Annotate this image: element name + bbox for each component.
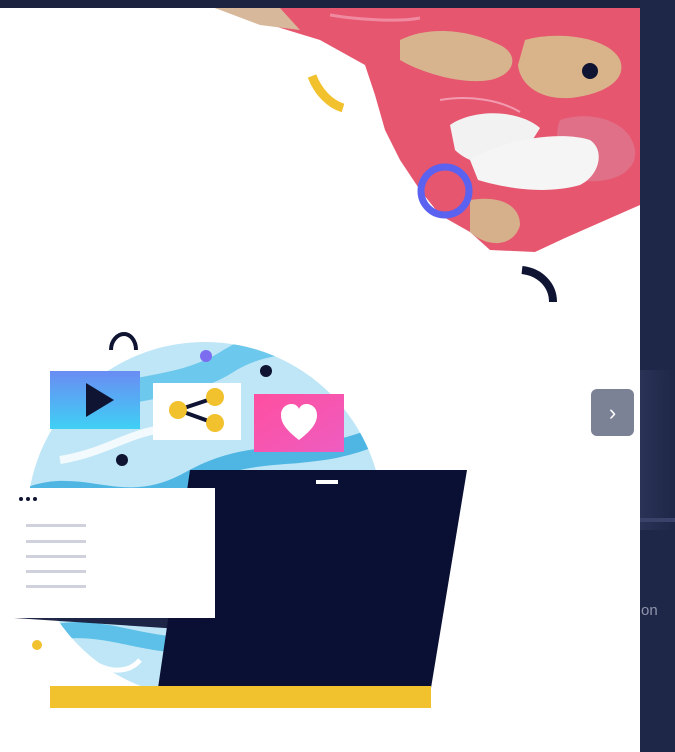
document-window-card xyxy=(0,488,215,630)
yellow-dot-shape xyxy=(32,640,42,650)
heart-card-icon xyxy=(254,394,344,452)
share-icon xyxy=(169,401,187,419)
purple-dot-shape xyxy=(200,350,212,362)
video-card-icon xyxy=(50,371,140,429)
next-slide-text-fragment: on xyxy=(641,602,658,619)
laptop-base-shape xyxy=(50,686,431,708)
next-slide-divider xyxy=(640,518,675,522)
share-card-icon xyxy=(153,383,241,440)
hero-illustration xyxy=(0,8,640,708)
navy-dot-shape-2 xyxy=(116,454,128,466)
navy-arc-shape xyxy=(521,266,557,303)
navy-dot-shape xyxy=(260,365,272,377)
carousel-next-button[interactable]: › xyxy=(591,389,634,436)
next-slide-shadow xyxy=(640,370,675,530)
yellow-arc-shape xyxy=(307,74,345,113)
tissue-specimen-image xyxy=(215,8,640,252)
chevron-right-icon: › xyxy=(608,399,617,425)
small-navy-arc-shape xyxy=(109,331,138,351)
